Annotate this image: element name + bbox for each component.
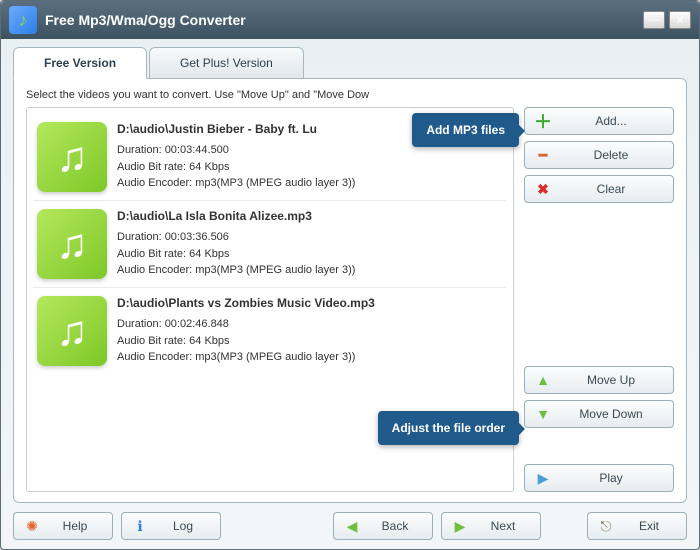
minimize-button[interactable]: — [643,11,665,29]
file-duration: Duration: 00:02:46.848 [117,316,503,333]
file-info: D:\audio\La Isla Bonita Alizee.mp3 Durat… [117,209,503,279]
back-button-label: Back [368,519,422,533]
window-controls: — ✕ [643,11,691,29]
play-icon: ▶ [535,470,551,486]
titlebar: Free Mp3/Wma/Ogg Converter — ✕ [1,1,699,39]
instruction-text: Select the videos you want to convert. U… [26,89,674,101]
exit-button[interactable]: ⎋ Exit [587,512,687,540]
tab-plus-version[interactable]: Get Plus! Version [149,47,304,79]
spacer [524,434,674,458]
main-row: ♫ D:\audio\Justin Bieber - Baby ft. Lu D… [26,107,674,492]
next-button-label: Next [476,519,530,533]
play-button-label: Play [559,471,663,485]
file-meta: Duration: 00:03:44.500 Audio Bit rate: 6… [117,142,503,192]
window-body: Free Version Get Plus! Version Select th… [1,39,699,549]
list-item[interactable]: ♫ D:\audio\La Isla Bonita Alizee.mp3 Dur… [33,201,507,288]
file-bitrate: Audio Bit rate: 64 Kbps [117,333,503,350]
file-encoder: Audio Encoder: mp3(MP3 (MPEG audio layer… [117,175,503,192]
add-button[interactable]: ＋ Add... [524,107,674,135]
clear-button[interactable]: ✖ Clear [524,175,674,203]
log-button[interactable]: ℹ Log [121,512,221,540]
file-meta: Duration: 00:02:46.848 Audio Bit rate: 6… [117,316,503,366]
main-panel: Select the videos you want to convert. U… [13,78,687,503]
x-icon: ✖ [535,181,551,197]
file-meta: Duration: 00:03:36.506 Audio Bit rate: 6… [117,229,503,279]
help-icon: ✺ [24,518,40,534]
move-down-button-label: Move Down [559,407,663,421]
app-icon [9,6,37,34]
back-button[interactable]: ◀ Back [333,512,433,540]
minus-icon: ━ [535,147,551,163]
file-info: D:\audio\Plants vs Zombies Music Video.m… [117,296,503,366]
sidebar-buttons: ＋ Add... ━ Delete ✖ Clear ▲ Move Up [524,107,674,492]
music-file-icon: ♫ [37,209,107,279]
arrow-up-icon: ▲ [535,372,551,388]
file-bitrate: Audio Bit rate: 64 Kbps [117,159,503,176]
arrow-right-icon: ▶ [452,518,468,534]
spacer [524,209,674,360]
file-path: D:\audio\Plants vs Zombies Music Video.m… [117,296,503,310]
file-bitrate: Audio Bit rate: 64 Kbps [117,246,503,263]
plus-icon: ＋ [535,113,551,129]
move-down-button[interactable]: ▼ Move Down [524,400,674,428]
tab-free-version[interactable]: Free Version [13,47,147,79]
info-icon: ℹ [132,518,148,534]
exit-icon: ⎋ [598,518,614,534]
arrow-left-icon: ◀ [344,518,360,534]
add-button-label: Add... [559,114,663,128]
music-file-icon: ♫ [37,122,107,192]
help-button[interactable]: ✺ Help [13,512,113,540]
list-item[interactable]: ♫ D:\audio\Plants vs Zombies Music Video… [33,288,507,374]
callout-file-order: Adjust the file order [378,411,519,445]
arrow-down-icon: ▼ [535,406,551,422]
exit-button-label: Exit [622,519,676,533]
delete-button-label: Delete [559,148,663,162]
tab-row: Free Version Get Plus! Version [13,47,687,79]
move-up-button[interactable]: ▲ Move Up [524,366,674,394]
file-duration: Duration: 00:03:36.506 [117,229,503,246]
app-window: Free Mp3/Wma/Ogg Converter — ✕ Free Vers… [0,0,700,550]
next-button[interactable]: ▶ Next [441,512,541,540]
clear-button-label: Clear [559,182,663,196]
file-encoder: Audio Encoder: mp3(MP3 (MPEG audio layer… [117,349,503,366]
delete-button[interactable]: ━ Delete [524,141,674,169]
file-path: D:\audio\La Isla Bonita Alizee.mp3 [117,209,503,223]
music-file-icon: ♫ [37,296,107,366]
bottom-bar: ✺ Help ℹ Log ◀ Back ▶ Next ⎋ Exit [13,503,687,543]
help-button-label: Help [48,519,102,533]
log-button-label: Log [156,519,210,533]
file-encoder: Audio Encoder: mp3(MP3 (MPEG audio layer… [117,262,503,279]
window-title: Free Mp3/Wma/Ogg Converter [45,12,643,28]
move-up-button-label: Move Up [559,373,663,387]
callout-add-files: Add MP3 files [412,113,519,147]
close-button[interactable]: ✕ [669,11,691,29]
play-button[interactable]: ▶ Play [524,464,674,492]
